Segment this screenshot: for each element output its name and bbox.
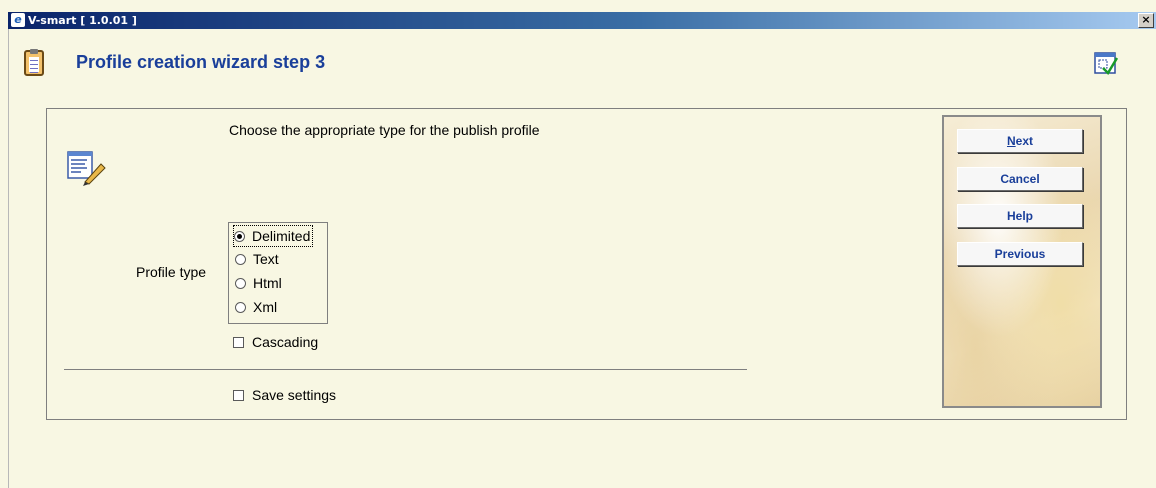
next-button[interactable]: Next (957, 129, 1083, 153)
profile-type-radio-group: Delimited Text Html Xml (228, 222, 328, 324)
radio-option-html[interactable]: Html (235, 273, 282, 293)
cascading-checkbox[interactable] (233, 336, 244, 348)
radio-label: Delimited (252, 228, 311, 244)
radio-option-xml[interactable]: Xml (235, 297, 277, 317)
instruction-text: Choose the appropriate type for the publ… (229, 122, 540, 138)
save-settings-checkbox-row[interactable]: Save settings (233, 387, 336, 403)
window-titlebar: e V-smart [ 1.0.01 ] × (8, 12, 1156, 29)
window-title: V-smart [ 1.0.01 ] (28, 14, 137, 27)
next-button-accelerator: N (1006, 134, 1016, 148)
radio-label: Text (253, 251, 279, 267)
page-title: Profile creation wizard step 3 (76, 52, 326, 72)
window-close-button[interactable]: × (1138, 13, 1154, 28)
previous-button[interactable]: Previous (957, 242, 1083, 266)
save-settings-checkbox[interactable] (233, 389, 244, 401)
radio-label: Xml (253, 299, 278, 315)
cascading-checkbox-row[interactable]: Cascading (233, 334, 318, 350)
radio-button[interactable] (235, 277, 246, 289)
radio-label: Html (253, 275, 282, 291)
cascading-label: Cascading (252, 334, 319, 350)
radio-option-delimited[interactable]: Delimited (233, 225, 314, 247)
profile-type-label: Profile type (136, 264, 207, 280)
cancel-button[interactable]: Cancel (957, 167, 1083, 191)
help-button[interactable]: Help (957, 204, 1083, 228)
edit-form-icon (67, 151, 106, 186)
help-window-icon[interactable] (1094, 52, 1118, 76)
next-button-label: ext (1015, 134, 1033, 148)
ie-app-icon: e (11, 13, 25, 27)
radio-option-text[interactable]: Text (235, 249, 279, 269)
section-divider (64, 369, 747, 370)
save-settings-label: Save settings (252, 387, 337, 403)
clipboard-icon (24, 49, 44, 76)
radio-button[interactable] (235, 301, 246, 313)
window-left-border (8, 29, 9, 488)
radio-button-checked[interactable] (234, 230, 245, 242)
radio-button[interactable] (235, 253, 246, 265)
